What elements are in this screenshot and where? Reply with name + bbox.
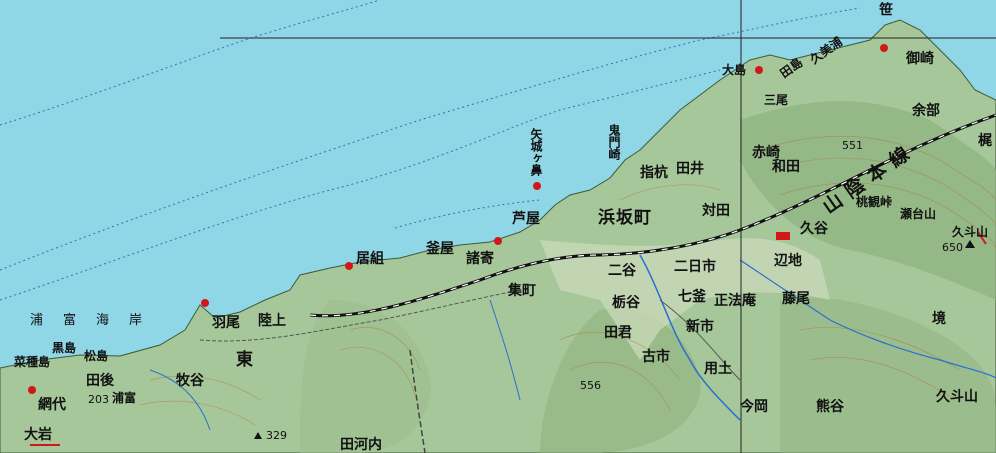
place-shobo: 正法庵 bbox=[714, 293, 756, 309]
place-tanozu: 田君 bbox=[604, 325, 632, 341]
place-oshima: 大島 bbox=[722, 63, 747, 77]
place-todaichi: 用土 bbox=[704, 361, 732, 377]
place-tagawauchi: 田河内 bbox=[340, 437, 382, 453]
place-sasaisan: 瀬台山 bbox=[900, 207, 937, 221]
place-igumi: 居組 bbox=[356, 251, 384, 267]
place-kutoyama: 久斗山 bbox=[936, 389, 978, 405]
sea-label: 浦富海岸 bbox=[30, 313, 163, 328]
topographic-map bbox=[0, 0, 996, 453]
place-oiwa: 大岩 bbox=[24, 427, 52, 443]
place-kumatani: 熊谷 bbox=[816, 399, 844, 415]
place-kamaya: 釜屋 bbox=[426, 241, 454, 257]
place-natane: 菜種島 bbox=[14, 355, 51, 369]
place-furuichi: 古市 bbox=[642, 349, 670, 365]
place-aburado: 網代 bbox=[38, 397, 66, 413]
place-hashio: 羽尾 bbox=[212, 315, 240, 331]
place-makidani: 牧谷 bbox=[176, 373, 204, 389]
place-shinichi: 新市 bbox=[686, 319, 714, 335]
elev-203: 203 bbox=[88, 393, 109, 406]
place-higashi: 東 bbox=[236, 350, 254, 370]
place-matsushima: 松島 bbox=[84, 349, 109, 363]
place-ashiya: 芦屋 bbox=[512, 211, 540, 227]
place-wada: 和田 bbox=[772, 159, 800, 175]
place-yajoga-hana: 矢城ヶ鼻 bbox=[529, 128, 543, 176]
place-fujio: 藤尾 bbox=[782, 291, 810, 307]
place-miya: 三尾 bbox=[764, 93, 789, 107]
place-futagoi: 二谷 bbox=[608, 263, 636, 279]
place-fushi: 栃谷 bbox=[612, 295, 640, 311]
place-tai: 田井 bbox=[676, 161, 704, 177]
place-shukuchi: 集町 bbox=[508, 283, 536, 299]
elev-650: 650 bbox=[942, 241, 963, 254]
place-imaoka: 今岡 bbox=[740, 399, 768, 415]
place-kuri: 久谷 bbox=[800, 221, 828, 237]
place-akasaki: 赤崎 bbox=[752, 145, 780, 161]
place-yobe: 余部 bbox=[912, 103, 940, 119]
town-label: 浜坂町 bbox=[598, 208, 652, 228]
place-moroyose: 諸寄 bbox=[466, 251, 494, 267]
elev-556: 556 bbox=[580, 379, 601, 392]
place-sashikui: 指杭 bbox=[640, 165, 668, 181]
elev-551: 551 bbox=[842, 139, 863, 152]
place-nishiyama: 辺地 bbox=[774, 253, 802, 269]
place-sakai: 境 bbox=[932, 311, 946, 327]
elev-329: 329 bbox=[266, 429, 287, 442]
place-mizaki: 御崎 bbox=[906, 51, 934, 67]
place-tsushida: 対田 bbox=[702, 203, 730, 219]
place-rikujo: 陸上 bbox=[258, 313, 286, 329]
place-futsukaichi: 二日市 bbox=[674, 259, 716, 275]
place-sasaizaki: 笹 bbox=[877, 2, 893, 16]
place-nanagama: 七釜 bbox=[678, 289, 706, 305]
place-higashiura: 浦富 bbox=[112, 391, 137, 405]
place-sasaki-noheights: 桃観峠 bbox=[856, 195, 893, 209]
place-onidezaki: 鬼門崎 bbox=[607, 124, 621, 160]
place-kajiya: 梶 bbox=[978, 133, 992, 149]
place-tago: 田後 bbox=[86, 373, 114, 389]
place-kuton: 久斗山 bbox=[952, 225, 989, 239]
place-kuroshima: 黒島 bbox=[52, 341, 77, 355]
